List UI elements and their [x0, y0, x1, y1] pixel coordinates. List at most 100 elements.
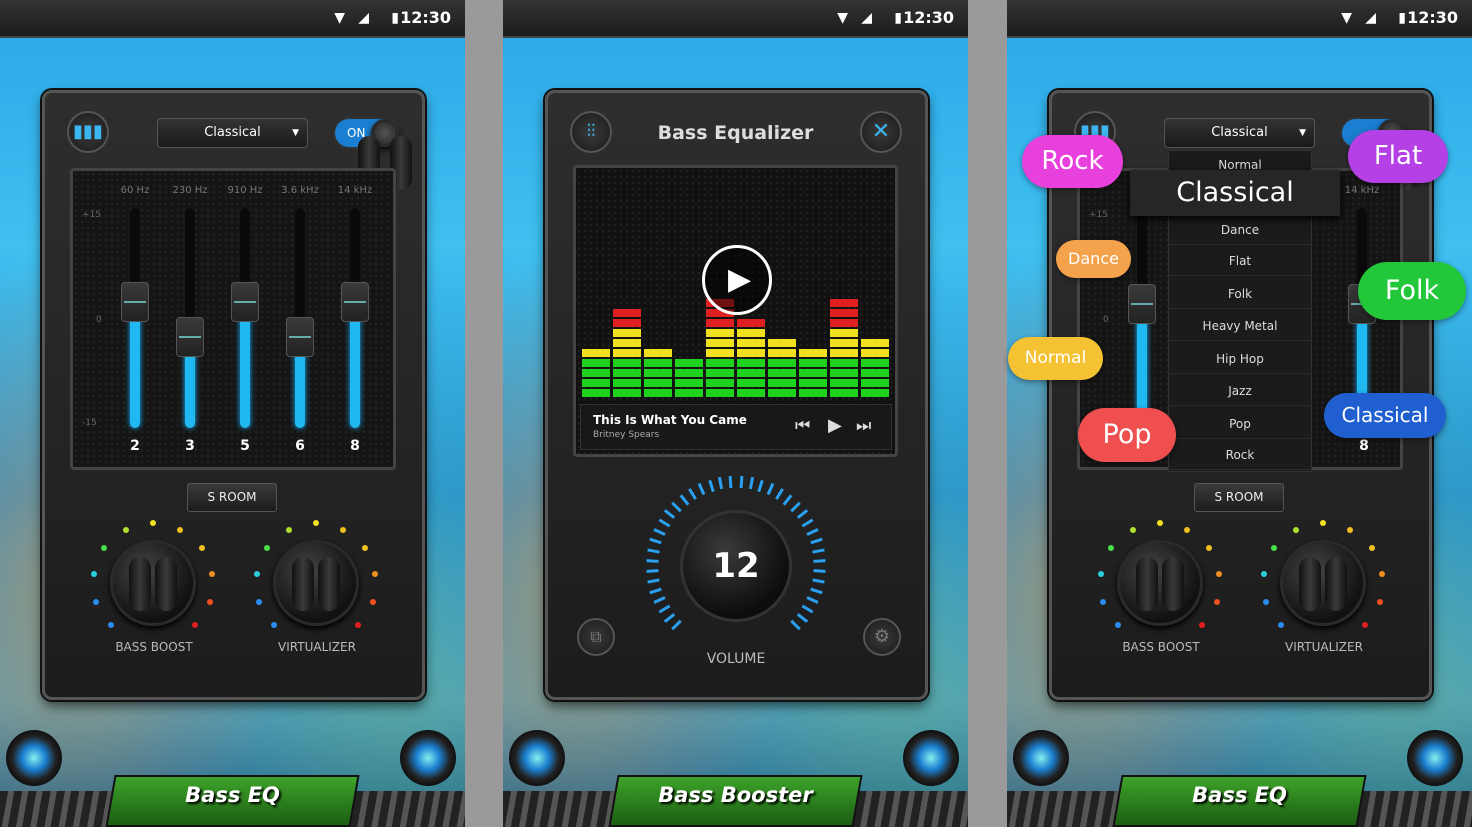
- bar-segment: [861, 339, 889, 347]
- knob-level-dot: [1377, 598, 1384, 605]
- bass-boost-label: BASS BOOST: [1122, 640, 1200, 654]
- knob-level-dot: [1216, 570, 1223, 577]
- knob-level-dot: [1099, 598, 1106, 605]
- preset-bubble-rock: Rock: [1022, 135, 1123, 188]
- clock: 12:30: [1407, 8, 1458, 27]
- close-icon[interactable]: ✕: [860, 111, 902, 153]
- bar-segment: [644, 369, 672, 377]
- bar-segment: [768, 389, 796, 397]
- bar-segment: [582, 369, 610, 377]
- preset-option[interactable]: Folk: [1168, 279, 1312, 309]
- knob-level-dot: [372, 570, 379, 577]
- band-thumb[interactable]: [176, 317, 204, 357]
- equalizer-icon[interactable]: ▮▮▮: [67, 111, 109, 153]
- volume-tick: [813, 559, 826, 563]
- band-slider[interactable]: [341, 208, 369, 428]
- next-icon[interactable]: ⏭: [856, 416, 871, 436]
- knob-level-dot: [1368, 544, 1375, 551]
- preset-option-selected[interactable]: Classical: [1130, 170, 1340, 216]
- knob-level-dot: [92, 598, 99, 605]
- preset-option[interactable]: Pop: [1168, 409, 1312, 439]
- previous-icon[interactable]: ⏮: [795, 416, 810, 436]
- bar-segment: [799, 369, 827, 377]
- bar-segment: [582, 379, 610, 387]
- band-label: 8: [350, 438, 360, 454]
- sroom-button[interactable]: S ROOM: [1194, 483, 1284, 512]
- knob-level-dot: [1205, 544, 1212, 551]
- knob-level-dot: [1292, 526, 1299, 533]
- bar-segment: [675, 359, 703, 367]
- virtualizer-knob[interactable]: [273, 540, 359, 626]
- now-playing-bar: This Is What You Came Britney Spears ⏮ ▶…: [580, 404, 892, 450]
- band-slider[interactable]: [121, 208, 149, 428]
- knob-level-dot: [253, 570, 260, 577]
- status-bar: ▼ ◢ ▮ 12:30: [503, 0, 968, 38]
- bar-segment: [613, 339, 641, 347]
- sroom-button[interactable]: S ROOM: [187, 483, 277, 512]
- preset-option[interactable]: Heavy Metal: [1168, 311, 1312, 341]
- band-thumb[interactable]: [286, 317, 314, 357]
- volume-tick: [739, 476, 743, 489]
- bar-segment: [613, 359, 641, 367]
- knob-level-dot: [122, 526, 129, 533]
- battery-icon: ▮: [391, 10, 399, 26]
- knob-level-dot: [1347, 526, 1354, 533]
- play-button-large[interactable]: ▶: [702, 245, 772, 315]
- volume-knob[interactable]: 12: [680, 510, 792, 622]
- band-thumb[interactable]: [231, 282, 259, 322]
- preset-dropdown[interactable]: Classical ▼: [1164, 118, 1315, 148]
- play-icon[interactable]: ▶: [828, 415, 842, 436]
- preset-option[interactable]: Hip Hop: [1168, 344, 1312, 374]
- bass-boost-knob[interactable]: [1117, 540, 1203, 626]
- band-thumb[interactable]: [121, 282, 149, 322]
- bar-segment: [830, 359, 858, 367]
- volume-tick: [646, 559, 659, 563]
- band-freq: 60 Hz: [120, 185, 150, 196]
- bar-segment: [737, 349, 765, 357]
- preset-option[interactable]: Flat: [1168, 246, 1312, 276]
- knob-level-dot: [209, 570, 216, 577]
- band-slider[interactable]: [176, 208, 204, 428]
- preset-option[interactable]: Dance: [1168, 215, 1312, 245]
- band-thumb[interactable]: [341, 282, 369, 322]
- eq-toggle[interactable]: ON: [333, 117, 412, 190]
- knob-level-dot: [177, 526, 184, 533]
- band-slider[interactable]: [231, 208, 259, 428]
- band-label: 8: [1359, 438, 1369, 454]
- scale-mid: 0: [1103, 315, 1109, 325]
- bar-segment: [737, 329, 765, 337]
- settings-gear-icon[interactable]: ⚙: [863, 618, 901, 656]
- preset-dropdown[interactable]: Classical ▼: [157, 118, 308, 148]
- bar-segment: [830, 319, 858, 327]
- scale-bottom: -15: [82, 418, 97, 428]
- battery-icon: ▮: [1398, 10, 1406, 26]
- resize-icon[interactable]: ⧉: [577, 618, 615, 656]
- band-label: 5: [240, 438, 250, 454]
- band-freq: 230 Hz: [172, 185, 208, 196]
- knob-level-dot: [1157, 520, 1163, 526]
- bass-boost-knob[interactable]: [110, 540, 196, 626]
- bar-segment: [613, 309, 641, 317]
- band-slider[interactable]: [1128, 208, 1156, 428]
- wifi-icon: ▼: [837, 10, 848, 26]
- bar-segment: [706, 389, 734, 397]
- bar-segment: [675, 389, 703, 397]
- knob-level-dot: [1262, 598, 1269, 605]
- preset-bubble-classical: Classical: [1324, 393, 1446, 438]
- virtualizer-knob[interactable]: [1280, 540, 1366, 626]
- preset-option[interactable]: Jazz: [1168, 376, 1312, 406]
- band-label: 6: [295, 438, 305, 454]
- band-slider[interactable]: [286, 208, 314, 428]
- signal-icon: ◢: [1365, 10, 1376, 26]
- bar-segment: [768, 369, 796, 377]
- bar-segment: [613, 349, 641, 357]
- bar-segment: [644, 359, 672, 367]
- knob-level-dot: [1184, 526, 1191, 533]
- bar-segment: [613, 389, 641, 397]
- virtualizer-label: VIRTUALIZER: [1285, 640, 1363, 654]
- screen-equalizer: ▼ ◢ ▮ 12:30 ▮▮▮ Classical ▼ ON +15 0 -15 …: [0, 0, 465, 827]
- preset-option[interactable]: Rock: [1168, 440, 1312, 470]
- wifi-icon: ▼: [1341, 10, 1352, 26]
- preset-bubble-normal: Normal: [1008, 337, 1103, 380]
- knob-level-dot: [1214, 598, 1221, 605]
